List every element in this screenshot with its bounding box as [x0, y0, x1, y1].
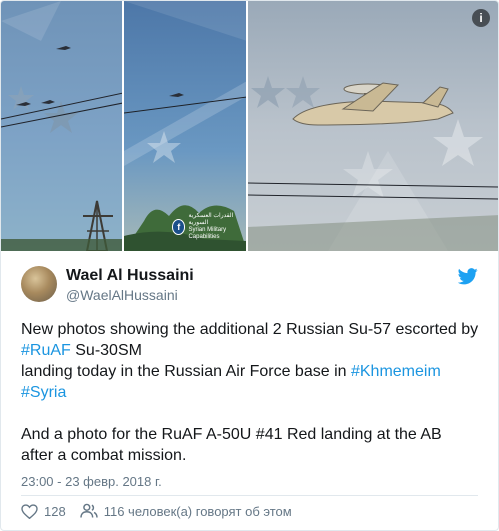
like-count: 128: [44, 503, 66, 519]
like-button[interactable]: 128: [21, 504, 66, 519]
people-icon: [79, 503, 98, 518]
embedded-tweet-card: f القدرات العسكرية السورية Syrian Milita…: [0, 0, 499, 531]
tweet-media-collage[interactable]: f القدرات العسكرية السورية Syrian Milita…: [1, 1, 498, 251]
heart-icon: [21, 503, 38, 519]
hashtag-link[interactable]: #Syria: [21, 384, 66, 401]
facebook-icon: f: [172, 219, 186, 235]
tweet-actions: 128 116 человек(а) говорят об этом: [21, 503, 306, 519]
tweet-author[interactable]: Wael Al Hussaini @WaelAlHussaini: [21, 266, 194, 304]
photo-su57-formation-scene: [1, 1, 123, 251]
tweet-timestamp[interactable]: 23:00 - 23 февр. 2018 г.: [21, 474, 162, 489]
author-names: Wael Al Hussaini @WaelAlHussaini: [66, 266, 194, 304]
watermark-arabic: القدرات العسكرية السورية: [188, 213, 234, 226]
info-icon[interactable]: i: [472, 9, 490, 27]
tweet-line: #RuAF Su-30SM: [21, 340, 481, 361]
tweet-line-text: Su-30SM: [70, 342, 142, 359]
photo-su30-escort[interactable]: f القدرات العسكرية السورية Syrian Milita…: [124, 1, 247, 251]
twitter-bird-icon[interactable]: [458, 268, 478, 285]
tweet-text: New photos showing the additional 2 Russ…: [21, 319, 481, 466]
tweet-line: landing today in the Russian Air Force b…: [21, 361, 481, 382]
avatar[interactable]: [21, 266, 57, 302]
tweet-line: New photos showing the additional 2 Russ…: [21, 321, 479, 338]
photo-su57-formation[interactable]: [1, 1, 123, 251]
tweet-line: And a photo for the RuAF A-50U #41 Red l…: [21, 426, 442, 443]
hashtag-link[interactable]: #RuAF: [21, 342, 71, 359]
photo-a50u-awacs-scene: [248, 76, 498, 251]
tweet-line-text: landing today in the Russian Air Force b…: [21, 363, 351, 380]
divider: [21, 495, 478, 496]
tweet-line: after a combat mission.: [21, 447, 187, 464]
photo-a50u-awacs[interactable]: i: [248, 1, 498, 251]
author-display-name[interactable]: Wael Al Hussaini: [66, 266, 194, 286]
conversation-button[interactable]: 116 человек(а) говорят об этом: [79, 503, 292, 519]
people-talking-label: 116 человек(а) говорят об этом: [103, 503, 292, 519]
tweet-line: #Syria: [21, 382, 481, 403]
author-handle[interactable]: @WaelAlHussaini: [66, 286, 194, 304]
hashtag-link[interactable]: #Khmemeim: [351, 363, 441, 380]
watermark: f القدرات العسكرية السورية Syrian Milita…: [172, 213, 246, 241]
watermark-english: Syrian Military Capabilities: [188, 227, 227, 240]
